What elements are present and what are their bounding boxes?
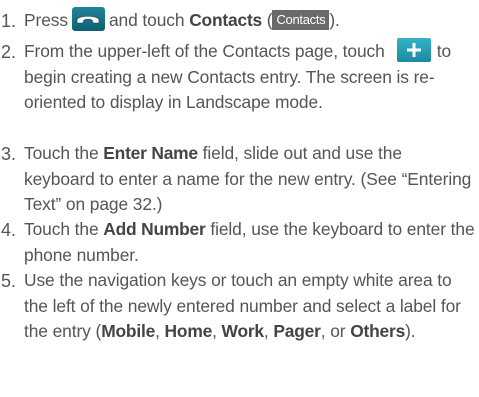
add-number-label: Add Number [103,219,206,239]
step-text: Press and touch Contacts (Contacts). [24,7,476,34]
step-text: Touch the Add Number field, use the keyb… [24,219,475,265]
label-mobile: Mobile [101,321,156,341]
step-number: 4. [1,220,17,240]
label-work: Work [221,321,265,341]
phone-handset-icon [71,7,105,32]
step-number: 5. [1,271,17,291]
contacts-label: Contacts [189,10,263,30]
step-text: Touch the Enter Name field, slide out an… [24,143,472,214]
enter-name-label: Enter Name [103,143,198,163]
step-number: 2. [1,42,17,62]
label-others: Others [350,321,406,341]
step-number: 3. [1,144,17,164]
label-pager: Pager [273,321,321,341]
plus-icon [396,38,431,63]
instructions-page: 1. Press and touch Contacts (Contacts). 2… [0,0,479,397]
step-number: 1. [1,11,17,31]
contacts-tab-chip: Contacts [272,9,330,30]
step-text: From the upper-left of the Contacts page… [24,38,476,116]
label-home: Home [164,321,213,341]
step-text: Use the navigation keys or touch an empt… [24,270,461,341]
